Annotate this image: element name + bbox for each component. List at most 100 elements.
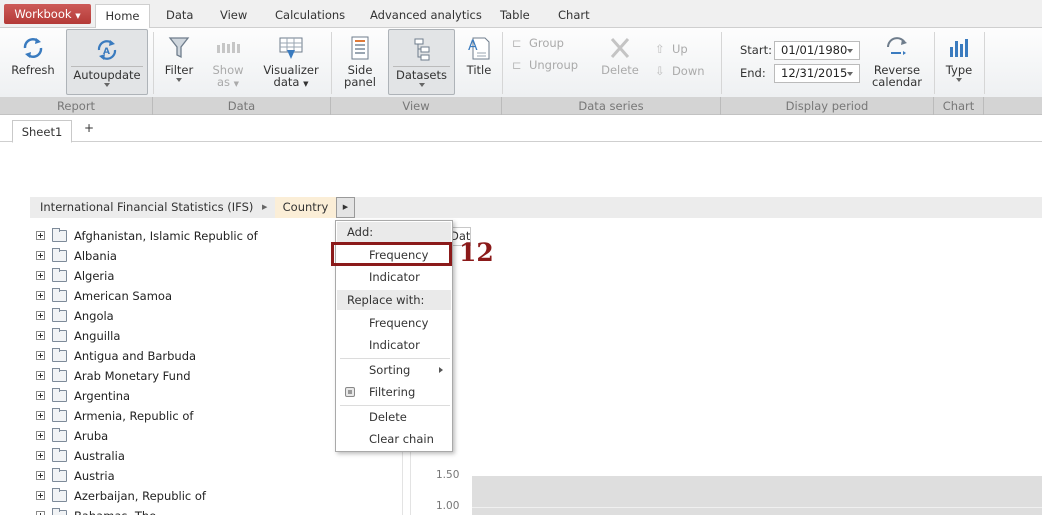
checkbox-icon[interactable] bbox=[345, 387, 355, 397]
menu-item-delete[interactable]: Delete bbox=[337, 407, 451, 427]
tab-home[interactable]: Home bbox=[95, 4, 150, 29]
folder-icon bbox=[52, 228, 67, 242]
add-sheet-button[interactable]: + bbox=[84, 121, 94, 135]
expand-icon[interactable] bbox=[36, 331, 45, 340]
tree-row[interactable]: Bahamas, The bbox=[30, 506, 390, 515]
chevron-down-icon[interactable] bbox=[847, 49, 853, 53]
up-label: Up bbox=[671, 42, 688, 56]
delete-icon bbox=[610, 38, 630, 58]
reverse-calendar-icon bbox=[887, 37, 907, 55]
tab-chart[interactable]: Chart bbox=[550, 4, 598, 28]
ungroup-button[interactable]: ⊏ Ungroup bbox=[512, 55, 578, 75]
chevron-down-icon bbox=[418, 83, 425, 87]
expand-icon[interactable] bbox=[36, 311, 45, 320]
chevron-down-icon[interactable] bbox=[847, 72, 853, 76]
workbook-label: Workbook bbox=[14, 7, 72, 21]
ribbon-group-labels: Report Data View Data series Display per… bbox=[0, 97, 1042, 115]
tree-row[interactable]: Azerbaijan, Republic of bbox=[30, 486, 390, 506]
menu-header-replace: Replace with: bbox=[337, 290, 451, 310]
move-up-button[interactable]: ⇧ Up bbox=[655, 39, 688, 59]
dropdown-arrow-icon: ▼ bbox=[75, 12, 81, 20]
arrow-down-icon: ⇩ bbox=[655, 64, 665, 78]
refresh-button[interactable]: Refresh bbox=[6, 28, 60, 96]
application-window: Workbook ▼ Home Data View Calculations A… bbox=[0, 0, 1042, 515]
side-panel-button[interactable]: Side panel bbox=[338, 28, 382, 96]
bar-chart-icon bbox=[950, 39, 968, 57]
folder-icon bbox=[52, 368, 67, 382]
show-as-button[interactable]: Show as ▼ bbox=[206, 28, 250, 96]
visualizer-data-icon bbox=[279, 37, 303, 59]
move-down-button[interactable]: ⇩ Down bbox=[655, 61, 705, 81]
expand-icon[interactable] bbox=[36, 231, 45, 240]
side-panel-icon bbox=[351, 36, 369, 60]
tree-row-label: Aruba bbox=[74, 429, 109, 443]
expand-icon[interactable] bbox=[36, 391, 45, 400]
filter-button[interactable]: Filter bbox=[160, 28, 198, 96]
autoupdate-label: Autoupdate bbox=[71, 66, 143, 81]
datasets-button[interactable]: Datasets bbox=[388, 29, 455, 95]
reverse-calendar-button[interactable]: Reverse calendar bbox=[869, 28, 925, 96]
tab-sheet1[interactable]: Sheet1 bbox=[12, 120, 72, 143]
start-date-value: 01/01/1980 bbox=[781, 43, 848, 57]
expand-icon[interactable] bbox=[36, 271, 45, 280]
menu-item-replace-indicator[interactable]: Indicator bbox=[337, 335, 451, 355]
show-as-icon bbox=[217, 42, 240, 53]
tab-data[interactable]: Data bbox=[158, 4, 201, 28]
folder-icon bbox=[52, 468, 67, 482]
visualizer-data-button[interactable]: Visualizer data ▼ bbox=[260, 28, 322, 96]
tree-row-label: Algeria bbox=[74, 269, 115, 283]
tab-view[interactable]: View bbox=[212, 4, 255, 28]
menu-item-replace-frequency[interactable]: Frequency bbox=[337, 313, 451, 333]
expand-icon[interactable] bbox=[36, 471, 45, 480]
tab-table[interactable]: Table bbox=[492, 4, 538, 28]
expand-icon[interactable] bbox=[36, 411, 45, 420]
title-button[interactable]: A Title bbox=[462, 28, 496, 96]
menu-item-add-indicator[interactable]: Indicator bbox=[337, 267, 451, 287]
group-button[interactable]: ⊏ Group bbox=[512, 33, 564, 53]
group-label-data: Data bbox=[153, 97, 331, 115]
show-as-label-line2: as bbox=[216, 75, 230, 89]
breadcrumb-menu-button[interactable]: ▶ bbox=[336, 197, 355, 218]
tree-row-label: Angola bbox=[74, 309, 114, 323]
tab-calculations[interactable]: Calculations bbox=[267, 4, 353, 28]
folder-icon bbox=[52, 328, 67, 342]
breadcrumb-country[interactable]: Country bbox=[275, 197, 336, 218]
expand-icon[interactable] bbox=[36, 351, 45, 360]
divider bbox=[721, 32, 722, 94]
start-date-field[interactable]: 01/01/1980 bbox=[774, 41, 860, 60]
tab-advanced-analytics[interactable]: Advanced analytics bbox=[362, 4, 490, 28]
tree-row-label: Afghanistan, Islamic Republic of bbox=[74, 229, 258, 243]
folder-icon bbox=[52, 488, 67, 502]
folder-icon bbox=[52, 508, 67, 515]
tree-row-label: Bahamas, The bbox=[74, 506, 156, 515]
side-panel-label-line2: panel bbox=[344, 75, 376, 89]
tree-row-label: Australia bbox=[74, 449, 125, 463]
breadcrumb-source[interactable]: International Financial Statistics (IFS) bbox=[40, 197, 253, 218]
menu-item-clear-chain[interactable]: Clear chain bbox=[337, 429, 451, 449]
svg-text:A: A bbox=[103, 47, 110, 57]
type-label: Type bbox=[945, 63, 973, 77]
menu-item-filtering[interactable]: Filtering bbox=[337, 382, 451, 402]
tree-row-label: Arab Monetary Fund bbox=[74, 369, 191, 383]
delete-button[interactable]: Delete bbox=[598, 28, 642, 96]
tree-row-label: Albania bbox=[74, 249, 117, 263]
tree-row[interactable]: Austria bbox=[30, 466, 390, 486]
expand-icon[interactable] bbox=[36, 251, 45, 260]
expand-icon[interactable] bbox=[36, 491, 45, 500]
expand-icon[interactable] bbox=[36, 371, 45, 380]
menu-tab-bar: Workbook ▼ Home Data View Calculations A… bbox=[0, 0, 1042, 29]
expand-icon[interactable] bbox=[36, 291, 45, 300]
delete-label: Delete bbox=[601, 63, 639, 77]
menu-item-sorting[interactable]: Sorting bbox=[337, 360, 451, 380]
chart-type-button[interactable]: Type bbox=[942, 28, 976, 96]
end-date-field[interactable]: 12/31/2015 bbox=[774, 64, 860, 83]
reverse-label-line2: calendar bbox=[871, 75, 922, 89]
expand-icon[interactable] bbox=[36, 511, 45, 515]
visualizer-label-line2: data bbox=[273, 75, 300, 89]
chevron-down-icon bbox=[104, 83, 110, 87]
expand-icon[interactable] bbox=[36, 431, 45, 440]
expand-icon[interactable] bbox=[36, 451, 45, 460]
tree-row-label: Anguilla bbox=[74, 329, 121, 343]
autoupdate-button[interactable]: A Autoupdate bbox=[66, 29, 148, 95]
workbook-menu-button[interactable]: Workbook ▼ bbox=[4, 4, 91, 24]
